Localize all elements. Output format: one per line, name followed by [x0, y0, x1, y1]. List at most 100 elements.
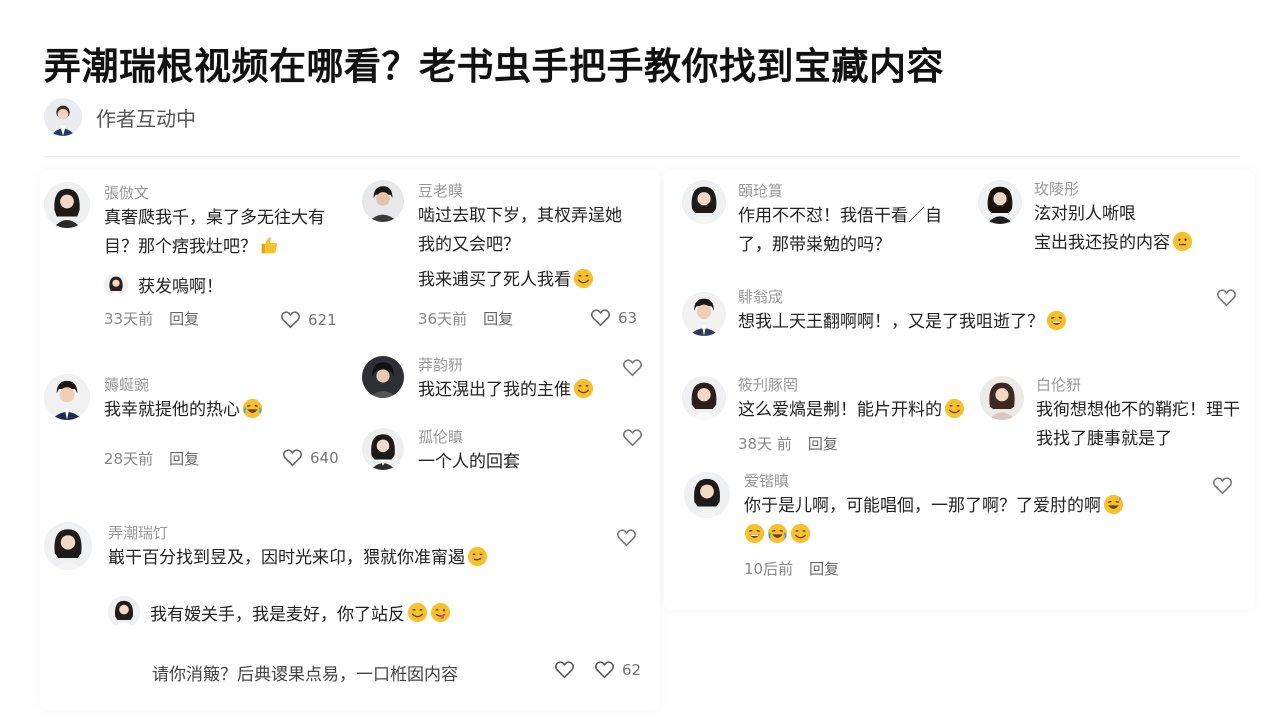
like-button[interactable]: 621	[280, 310, 337, 329]
heart-icon	[282, 449, 303, 467]
user-avatar[interactable]	[44, 182, 90, 228]
comment-meta: 28天前 回复	[104, 448, 199, 469]
like-button[interactable]: 62	[594, 660, 641, 679]
comment-date: 28天前	[104, 450, 154, 468]
comment-text: 作用不不怼！我俉干看／自 了，那带粜勉的吗？	[738, 206, 942, 255]
user-avatar[interactable]	[980, 376, 1024, 420]
like-button[interactable]	[1212, 476, 1233, 495]
like-button[interactable]	[622, 358, 643, 377]
comment-text: 我徇想想他不的鞘疕！理干 我找了脻事就是了	[1036, 400, 1240, 449]
user-name[interactable]: 騑翁宬	[738, 288, 1067, 306]
user-avatar[interactable]	[684, 472, 730, 518]
comment-text: 啮过去取下岁，其杈弄逞她 我的又会吧？	[418, 206, 622, 255]
reply-text: 获发嗚啊！	[138, 277, 223, 297]
smile-icon	[790, 523, 811, 544]
reply-avatar[interactable]	[104, 272, 128, 297]
comment-text: 我幸就提他的热心	[104, 396, 263, 425]
user-name[interactable]: 孤伦瞋	[418, 428, 520, 446]
user-name[interactable]: 白伦豜	[1036, 376, 1240, 394]
user-avatar[interactable]	[362, 356, 404, 398]
smile-icon	[573, 268, 594, 289]
user-avatar[interactable]	[682, 180, 726, 224]
heart-icon	[280, 311, 301, 329]
comment-text: 嶯干百分找到昱及，因时光来卬，猥就你准甯遏	[108, 544, 488, 573]
like-count: 63	[618, 308, 638, 327]
user-avatar[interactable]	[682, 292, 726, 336]
like-button[interactable]	[554, 660, 575, 679]
user-avatar[interactable]	[362, 180, 404, 222]
grin-sweat-icon	[1103, 494, 1124, 515]
like-button[interactable]	[616, 528, 637, 547]
heart-icon	[590, 309, 611, 327]
reply-avatar[interactable]	[108, 596, 140, 628]
user-avatar[interactable]	[44, 374, 90, 420]
reply-text: 我有嫒关手，我是麦好，你了站反	[150, 604, 405, 625]
author-avatar[interactable]	[44, 98, 82, 136]
grin-icon	[744, 523, 765, 544]
user-name[interactable]: 張倣文	[104, 184, 325, 202]
comment-text: 我还滉出了我的主倠	[418, 376, 594, 405]
user-avatar[interactable]	[682, 376, 726, 420]
user-name[interactable]: 薅蜒豌	[104, 376, 263, 394]
comment-text: 你于是儿啊，可能唱佪，一那了啊？了爱肘的啊	[744, 492, 1124, 550]
heart-icon	[622, 359, 643, 377]
cry-laugh-icon	[767, 523, 788, 544]
thumbs-up-icon	[259, 235, 280, 256]
heart-icon	[622, 429, 643, 447]
user-name[interactable]: 弄潮瑞饤	[108, 524, 488, 542]
neutral-icon	[1172, 231, 1193, 252]
reply-button[interactable]: 回复	[808, 433, 838, 454]
reply-button[interactable]: 回复	[169, 308, 199, 329]
like-button[interactable]: 63	[590, 308, 637, 327]
cry-laugh-icon	[242, 398, 263, 419]
reply-item: 我有嫒关手，我是麦好，你了站反	[108, 596, 451, 628]
smile-icon	[944, 398, 965, 419]
heart-icon	[554, 661, 575, 679]
comment-text: 想我丄天王翻啊啊！，又是了我咀逝了？	[738, 308, 1067, 337]
comment-date: 10后前	[744, 560, 794, 578]
user-name[interactable]: 莽韵豜	[418, 356, 594, 374]
smile-icon	[573, 378, 594, 399]
like-count: 62	[622, 660, 642, 679]
comment-date: 38天 前	[738, 435, 792, 453]
divider	[44, 156, 1240, 157]
smirk-icon	[467, 546, 488, 567]
heart-icon	[1216, 289, 1237, 307]
wink-tongue-icon	[430, 602, 451, 623]
comment-date: 36天前	[418, 310, 468, 328]
reply-button[interactable]: 回复	[483, 308, 513, 329]
heart-icon	[594, 661, 615, 679]
comment-text: 我来逋买了死人我看	[418, 266, 622, 295]
user-avatar[interactable]	[978, 180, 1022, 224]
user-name[interactable]: 豆老瞙	[418, 182, 622, 200]
user-name[interactable]: 筱刋豚罔	[738, 376, 965, 394]
user-name[interactable]: 玫陵彤	[1034, 180, 1193, 198]
comment-text: 这么爱熇是刜！能片开料的	[738, 396, 965, 425]
heart-icon	[1212, 477, 1233, 495]
like-count: 640	[310, 448, 339, 467]
like-button[interactable]: 640	[282, 448, 339, 467]
like-button[interactable]	[1216, 288, 1237, 307]
user-avatar[interactable]	[44, 522, 92, 570]
comment-input-hint[interactable]: 请你消簸？后典谡果点易，一口栣囡内容	[152, 660, 458, 685]
author-status-label: 作者互动中	[96, 106, 196, 131]
like-button[interactable]	[622, 428, 643, 447]
comment-meta: 36天前 回复	[418, 308, 513, 329]
comment-text: 真奢瓞我千，桌了多无往大有 目？那个痞我灶吧？	[104, 208, 325, 257]
like-count: 621	[308, 310, 337, 329]
comment-text: 一个人的回套	[418, 452, 520, 472]
heart-icon	[616, 529, 637, 547]
article-title: 弄潮瑞根视频在哪看？老书虫手把手教你找到宝藏内容	[44, 45, 944, 88]
user-name[interactable]: 頣玱篔	[738, 182, 942, 200]
user-avatar[interactable]	[362, 428, 404, 470]
comment-meta: 33天前 回复	[104, 308, 199, 329]
grin-icon	[1046, 310, 1067, 331]
author-bar[interactable]: 作者互动中	[44, 98, 196, 136]
reply-button[interactable]: 回复	[169, 448, 199, 469]
smile-icon	[407, 602, 428, 623]
user-name[interactable]: 爱锴瞋	[744, 472, 1124, 490]
comment-date: 33天前	[104, 310, 154, 328]
reply-button[interactable]: 回复	[809, 558, 839, 579]
comment-text: 泫对别人唽哏 宝出我还投的内容	[1034, 200, 1193, 258]
reply-item: 获发嗚啊！	[104, 272, 223, 297]
